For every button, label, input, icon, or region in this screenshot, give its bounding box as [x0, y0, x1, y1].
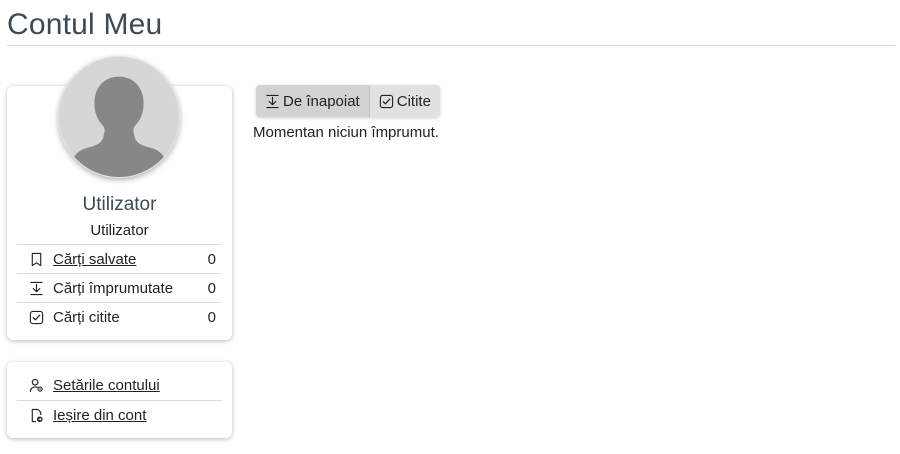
empty-loans-message: Momentan niciun împrumut.: [253, 124, 439, 141]
borrowed-books-label: Cărți împrumutate: [53, 279, 174, 297]
tab-read-label: Citite: [396, 92, 431, 110]
logout-item[interactable]: Ieșire din cont: [17, 400, 222, 429]
logout-link[interactable]: Ieșire din cont: [53, 407, 146, 424]
read-books-row: Cărți citite 0: [17, 302, 222, 331]
borrowed-books-count: 0: [207, 279, 216, 297]
user-name: Utilizator: [82, 194, 157, 215]
account-settings-item[interactable]: Setările contului: [17, 371, 222, 400]
user-settings-icon: [27, 377, 45, 395]
download-icon: [265, 94, 280, 109]
user-role: Utilizator: [90, 222, 149, 239]
title-divider: [7, 45, 895, 46]
download-icon: [27, 279, 45, 297]
tab-to-return[interactable]: De înapoiat: [256, 85, 369, 117]
saved-books-row[interactable]: Cărți salvate 0: [17, 244, 222, 273]
page-title: Contul Meu: [7, 8, 163, 41]
saved-books-link[interactable]: Cărți salvate: [53, 251, 208, 268]
saved-books-count: 0: [207, 250, 216, 268]
checkbox-icon: [379, 94, 394, 109]
read-books-count: 0: [207, 308, 216, 326]
avatar-placeholder-icon: [59, 57, 179, 177]
loans-tabs: De înapoiat Citite: [256, 85, 440, 117]
checkbox-icon: [27, 308, 45, 326]
borrowed-books-row: Cărți împrumutate 0: [17, 273, 222, 302]
tab-to-return-label: De înapoiat: [283, 92, 360, 110]
account-settings-link[interactable]: Setările contului: [53, 377, 160, 394]
read-books-label: Cărți citite: [53, 308, 120, 326]
logout-icon: [27, 406, 45, 424]
tab-read[interactable]: Citite: [368, 85, 440, 117]
avatar: [58, 56, 180, 178]
bookmark-icon: [27, 250, 45, 268]
